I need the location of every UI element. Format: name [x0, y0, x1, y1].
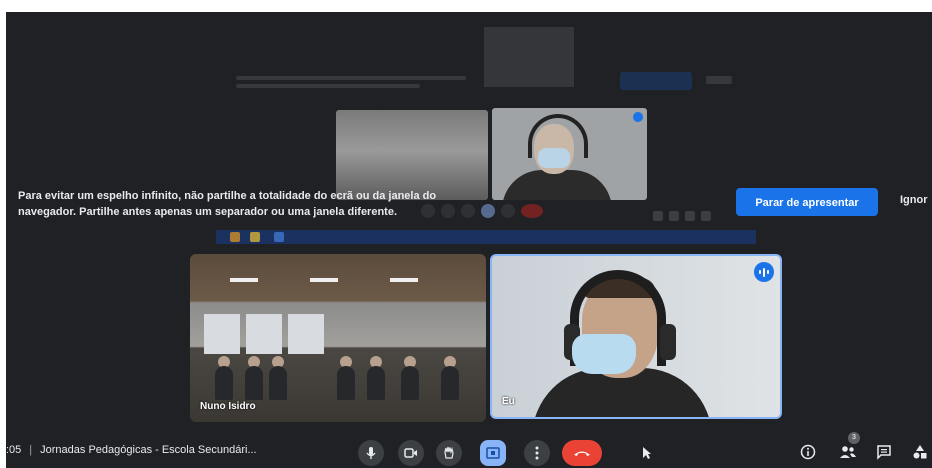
meeting-title: Jornadas Pedagógicas - Escola Secundári.… [40, 444, 257, 456]
warning-line-2: navegador. Partilhe antes apenas um sepa… [18, 206, 398, 218]
mirrored-right-icons [650, 208, 730, 221]
participant-tile-self[interactable]: Eu [490, 254, 782, 419]
mirrored-self-video [492, 108, 647, 200]
raise-hand-icon [444, 446, 454, 459]
chat-icon [877, 445, 891, 460]
more-options-button[interactable] [524, 440, 550, 466]
self-name: Eu [502, 396, 515, 407]
people-button[interactable] [838, 442, 858, 462]
chat-button[interactable] [874, 442, 894, 462]
camera-icon [404, 448, 417, 458]
mirrored-ignore-button [706, 76, 732, 84]
meeting-time: :05 [6, 444, 22, 456]
camera-button[interactable] [398, 440, 424, 466]
mirrored-speaking-badge [633, 112, 643, 122]
people-icon [840, 446, 856, 458]
separator: | [29, 444, 33, 456]
speaking-indicator-icon [754, 262, 774, 282]
mirrored-banner-text [236, 72, 466, 94]
warning-line-1: Para evitar um espelho infinito, não par… [18, 190, 437, 202]
info-icon [800, 444, 816, 460]
meeting-details-button[interactable] [798, 442, 818, 462]
meet-stage: Para evitar um espelho infinito, não par… [6, 12, 932, 468]
raise-hand-button[interactable] [436, 440, 462, 466]
cursor-icon [643, 447, 651, 459]
present-icon [486, 447, 500, 459]
present-button[interactable] [480, 440, 506, 466]
stop-presenting-button[interactable]: Parar de apresentar [736, 188, 878, 216]
more-icon [535, 446, 539, 460]
mic-button[interactable] [358, 440, 384, 466]
hangup-icon [574, 451, 590, 456]
mirrored-tile-small [484, 27, 574, 87]
mirrored-stop-button [620, 72, 692, 90]
mirrored-room-video [336, 110, 488, 200]
activities-icon [913, 445, 927, 459]
participant-tile-room[interactable]: Nuno Isidro [190, 254, 486, 422]
infinite-mirror-warning: Para evitar um espelho infinito, não par… [18, 188, 478, 220]
face-mask [572, 334, 636, 374]
activities-button[interactable] [910, 442, 930, 462]
participant-name: Nuno Isidro [200, 401, 256, 412]
mirrored-taskbar [216, 230, 756, 244]
leave-call-button[interactable] [562, 440, 602, 466]
ignore-button[interactable]: Ignor [900, 194, 928, 206]
mic-icon [366, 447, 376, 459]
meeting-info: :05 | Jornadas Pedagógicas - Escola Secund… [6, 444, 257, 456]
